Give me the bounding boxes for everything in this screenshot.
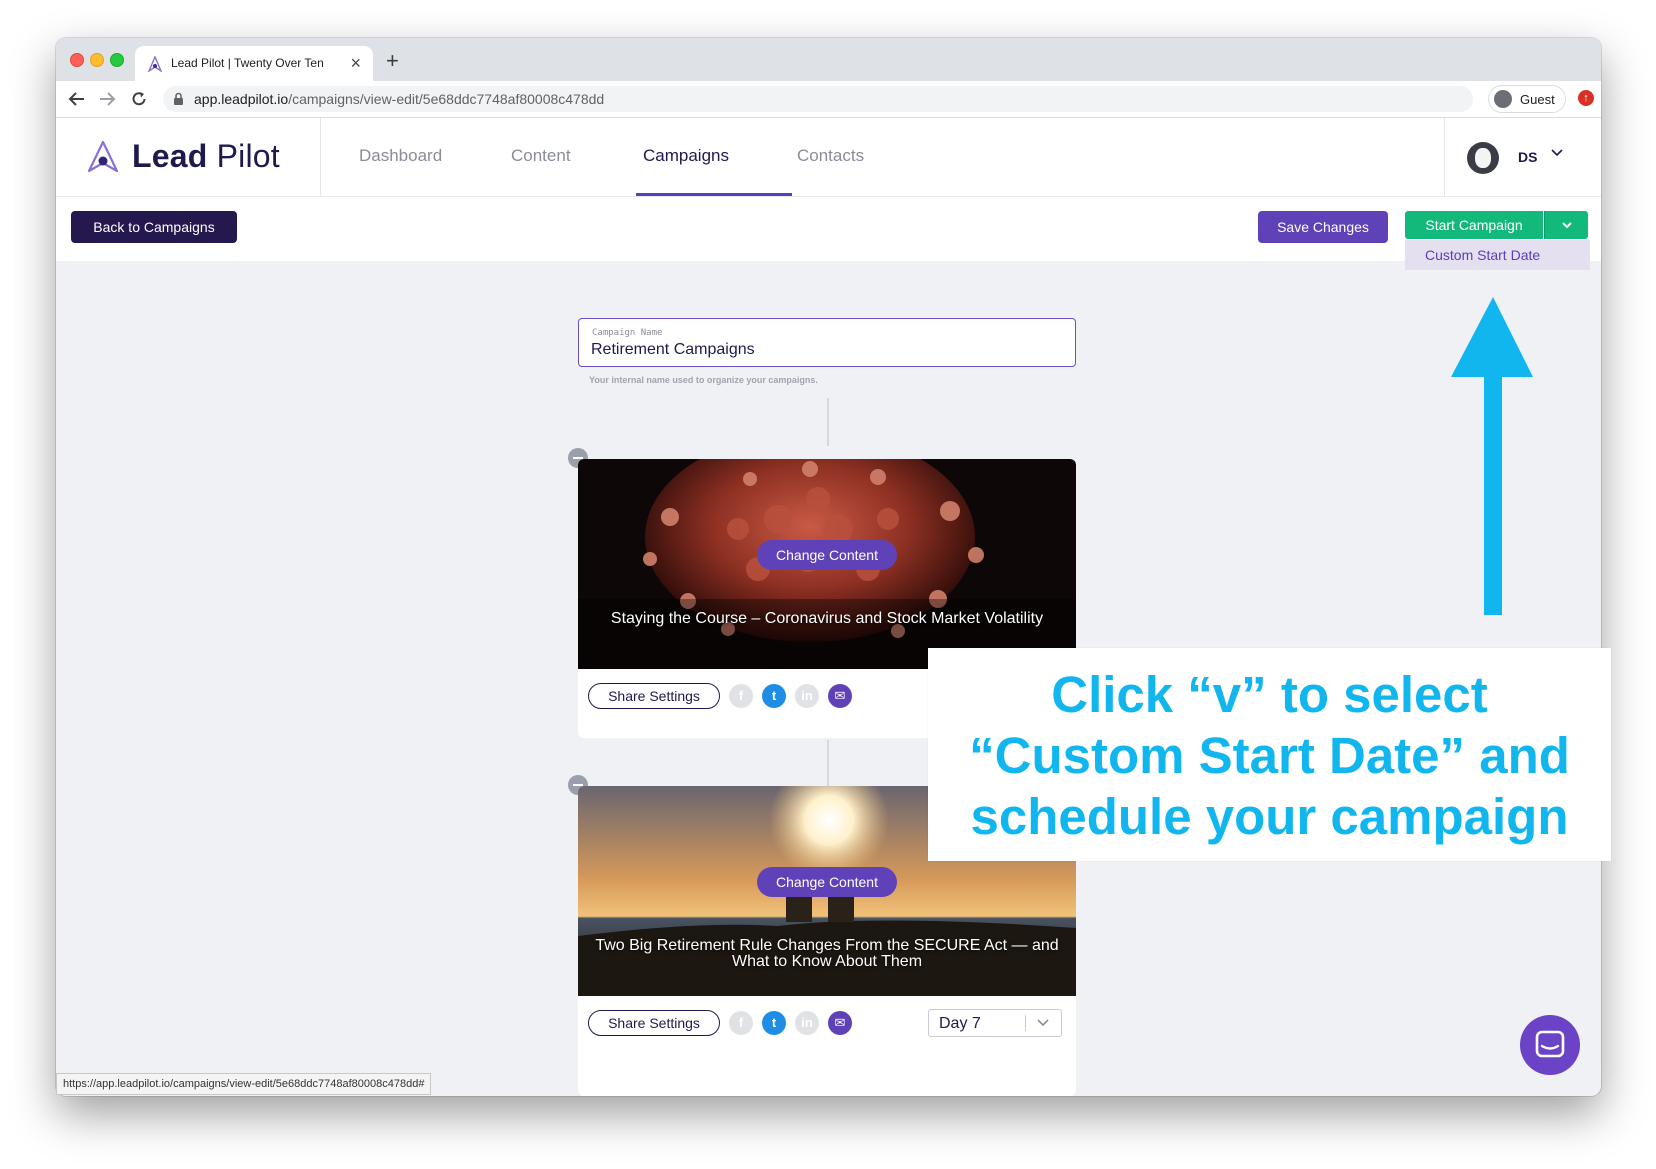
campaign-name-field[interactable]: Campaign Name: [578, 318, 1076, 367]
campaign-name-label: Campaign Name: [592, 328, 663, 338]
start-options-menu: Custom Start Date: [1405, 240, 1590, 270]
chat-icon: [1535, 1030, 1565, 1058]
chat-launcher-button[interactable]: [1520, 1015, 1580, 1075]
facebook-icon[interactable]: f: [729, 1011, 753, 1035]
nav-dashboard[interactable]: Dashboard: [359, 146, 442, 166]
avatar[interactable]: [1467, 142, 1499, 174]
browser-tab[interactable]: Lead Pilot | Twenty Over Ten ×: [135, 46, 373, 81]
day-select[interactable]: Day 7: [928, 1009, 1062, 1037]
campaign-name-input[interactable]: [591, 341, 1051, 359]
share-settings-button[interactable]: Share Settings: [588, 683, 720, 709]
start-campaign-button[interactable]: Start Campaign: [1405, 211, 1543, 239]
tab-title: Lead Pilot | Twenty Over Ten: [171, 56, 324, 70]
linkedin-icon[interactable]: in: [795, 1011, 819, 1035]
start-campaign-dropdown-button[interactable]: [1544, 211, 1588, 239]
action-bar: Back to Campaigns Save Changes Start Cam…: [56, 197, 1601, 261]
linkedin-icon[interactable]: in: [795, 684, 819, 708]
browser-window: Lead Pilot | Twenty Over Ten × + app.lea…: [56, 38, 1601, 1096]
lead-pilot-logo-icon: [87, 140, 119, 173]
chevron-down-icon: [1561, 222, 1572, 229]
article-title-line-2: What to Know About Them: [731, 953, 923, 970]
change-content-button[interactable]: Change Content: [757, 867, 897, 897]
status-bar-url: https://app.leadpilot.io/campaigns/view-…: [56, 1073, 432, 1095]
person-icon: [1494, 90, 1512, 108]
annotation-line-2: “Custom Start Date” and: [969, 727, 1570, 784]
back-arrow-icon[interactable]: [68, 90, 86, 108]
update-icon[interactable]: ↑: [1578, 90, 1594, 106]
day-value: Day 7: [939, 1015, 981, 1032]
forward-arrow-icon[interactable]: [98, 90, 116, 108]
profile-button[interactable]: Guest: [1488, 85, 1566, 113]
minimize-window-button[interactable]: [90, 53, 104, 67]
timeline-connector: [827, 398, 829, 446]
active-nav-indicator: [636, 193, 792, 196]
browser-toolbar: app.leadpilot.io/campaigns/view-edit/5e6…: [56, 81, 1601, 118]
twitter-icon[interactable]: t: [762, 684, 786, 708]
header-divider: [1444, 118, 1445, 196]
tab-strip: Lead Pilot | Twenty Over Ten × +: [56, 38, 1601, 81]
annotation-line-3: schedule your campaign: [970, 788, 1569, 845]
change-content-button[interactable]: Change Content: [757, 540, 897, 570]
close-window-button[interactable]: [70, 53, 84, 67]
address-bar[interactable]: app.leadpilot.io/campaigns/view-edit/5e6…: [163, 86, 1473, 112]
timeline-connector: [827, 740, 829, 788]
new-tab-button[interactable]: +: [386, 48, 399, 74]
annotation-up-arrow-icon: [1451, 297, 1533, 615]
annotation-callout: Click “v” to select “Custom Start Date” …: [928, 648, 1611, 861]
maximize-window-button[interactable]: [110, 53, 124, 67]
facebook-icon[interactable]: f: [729, 684, 753, 708]
user-initials[interactable]: DS: [1518, 149, 1537, 165]
email-icon[interactable]: ✉: [828, 684, 852, 708]
article-title-line-1: Two Big Retirement Rule Changes From the…: [595, 937, 1059, 954]
lead-pilot-favicon-icon: [147, 56, 163, 72]
back-to-campaigns-button[interactable]: Back to Campaigns: [71, 211, 237, 243]
annotation-line-1: Click “v” to select: [1051, 666, 1488, 723]
save-changes-button[interactable]: Save Changes: [1258, 211, 1388, 243]
reload-icon[interactable]: [130, 90, 148, 108]
twitter-icon[interactable]: t: [762, 1011, 786, 1035]
nav-contacts[interactable]: Contacts: [797, 146, 864, 166]
campaign-name-help: Your internal name used to organize your…: [589, 375, 818, 385]
header-divider: [320, 118, 321, 196]
email-icon[interactable]: ✉: [828, 1011, 852, 1035]
share-settings-button[interactable]: Share Settings: [588, 1010, 720, 1036]
article-image: Change Content Staying the Course – Coro…: [578, 459, 1076, 669]
nav-content[interactable]: Content: [511, 146, 571, 166]
chevron-down-icon: [1037, 1019, 1049, 1027]
select-divider: [1025, 1015, 1026, 1031]
logo-wordmark[interactable]: Lead Pilot: [132, 138, 280, 175]
article-title: Staying the Course – Coronavirus and Sto…: [610, 610, 1044, 627]
nav-campaigns[interactable]: Campaigns: [643, 146, 729, 166]
custom-start-date-option[interactable]: Custom Start Date: [1425, 247, 1540, 263]
profile-label: Guest: [1520, 92, 1555, 107]
url-text: app.leadpilot.io/campaigns/view-edit/5e6…: [194, 91, 605, 107]
app-header: Lead Pilot Dashboard Content Campaigns C…: [56, 118, 1601, 197]
lock-icon: [174, 92, 183, 105]
tab-close-icon[interactable]: ×: [350, 53, 361, 74]
chevron-down-icon[interactable]: [1551, 148, 1563, 158]
